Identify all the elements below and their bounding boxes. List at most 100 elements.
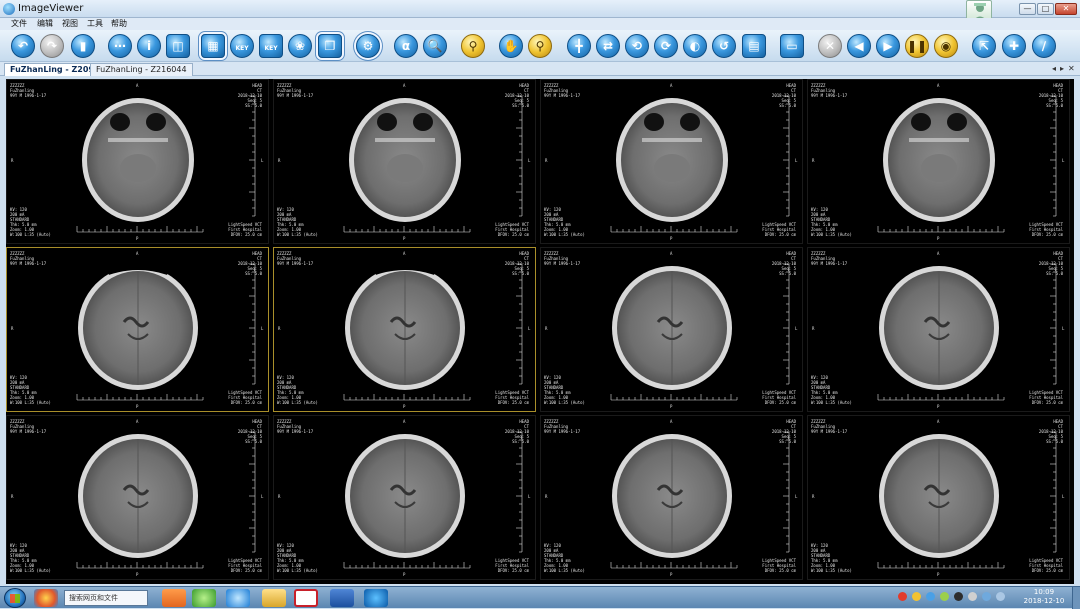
magnify-lens-icon[interactable]: ⚲ <box>528 34 552 58</box>
document-icon[interactable]: ▮ <box>71 34 95 58</box>
measure-ruler-icon[interactable]: ╋ <box>567 34 591 58</box>
cine-play-icon[interactable]: ❚❚ <box>905 34 929 58</box>
split-layout-icon[interactable]: ◫ <box>166 34 190 58</box>
window-level-icon[interactable]: ▤ <box>742 34 766 58</box>
overlay-text: ZZZZZZ FuZhanling 99Y M 1996-1-17 <box>811 419 848 434</box>
invert-contrast-icon[interactable]: ◐ <box>683 34 707 58</box>
undo-reset-icon[interactable]: ↺ <box>712 34 736 58</box>
image-cell[interactable]: ZZZZZZ FuZhanling 99Y M 1996-1-17 HEAD CT… <box>6 415 269 580</box>
orientation-marker: R <box>545 326 548 331</box>
info-icon[interactable]: i <box>137 34 161 58</box>
previous-image-icon[interactable]: ◀ <box>847 34 871 58</box>
tab-prev-icon[interactable]: ◂ <box>1052 63 1056 75</box>
alpha-icon[interactable]: α <box>394 34 418 58</box>
media-player-icon[interactable] <box>162 589 186 607</box>
image-cell[interactable]: ZZZZZZ FuZhanling 99Y M 1996-1-17 HEAD CT… <box>540 79 803 244</box>
browser-icon[interactable] <box>34 589 58 607</box>
word-icon[interactable] <box>330 589 354 607</box>
image-viewport[interactable]: ZZZZZZ FuZhanling 99Y M 1996-1-17 HEAD CT… <box>6 79 1074 584</box>
search-box[interactable]: 搜索网页和文件 <box>64 590 148 606</box>
tray-antivirus-icon[interactable] <box>898 592 907 601</box>
orientation-marker: L <box>1062 158 1065 163</box>
menu-edit[interactable]: 编辑 <box>37 18 53 30</box>
next-image-icon[interactable]: ▶ <box>876 34 900 58</box>
settings-gear-icon[interactable]: ⚙ <box>356 34 380 58</box>
image-cell[interactable]: ZZZZZZ FuZhanling 99Y M 1996-1-17 HEAD CT… <box>273 79 536 244</box>
key-series-icon[interactable]: KEY <box>259 34 283 58</box>
study-tabs: FuZhanLing - Z209536 FuZhanLing - Z21604… <box>0 62 1080 76</box>
overlay-text: HEAD CT 2018-12-10 Seq: 5 SS: 5.0 <box>771 419 796 444</box>
tray-network-icon[interactable] <box>926 592 935 601</box>
overlay-text: ZZZZZZ FuZhanling 99Y M 1996-1-17 <box>277 419 314 434</box>
image-cell[interactable]: ZZZZZZ FuZhanling 99Y M 1996-1-17 HEAD CT… <box>6 247 269 412</box>
tray-volume-icon[interactable] <box>968 592 977 601</box>
zoom-magnifier-icon[interactable]: 🔍 <box>423 34 447 58</box>
rotate-left-icon[interactable]: ⟲ <box>625 34 649 58</box>
annotation-icon[interactable]: ▭ <box>780 34 804 58</box>
tray-app2-icon[interactable] <box>954 592 963 601</box>
tray-status-icon[interactable] <box>940 592 949 601</box>
image-cell[interactable]: ZZZZZZ FuZhanling 99Y M 1996-1-17 HEAD CT… <box>807 415 1070 580</box>
image-cell[interactable]: ZZZZZZ FuZhanling 99Y M 1996-1-17 HEAD CT… <box>540 247 803 412</box>
overlay-text: LightSpeed VCT First Hospital DFOV: 25.0… <box>762 558 796 573</box>
menu-view[interactable]: 视图 <box>62 18 78 30</box>
overlay-text: KV: 120 200 mA STANDARD Thk: 5.0 mm Zoom… <box>277 375 318 405</box>
menu-tools[interactable]: 工具 <box>87 18 103 30</box>
key-image-icon[interactable]: KEY <box>230 34 254 58</box>
show-desktop-button[interactable] <box>1072 587 1080 609</box>
overlay-text: HEAD CT 2018-12-10 Seq: 5 SS: 5.0 <box>1038 251 1063 276</box>
menu-help[interactable]: 帮助 <box>111 18 127 30</box>
pacs-app-icon[interactable] <box>294 589 318 607</box>
ie-browser-icon[interactable] <box>226 589 250 607</box>
flip-horizontal-icon[interactable]: ⇄ <box>596 34 620 58</box>
stack-icon[interactable]: ❐ <box>318 34 342 58</box>
tray-flag-icon[interactable] <box>996 592 1005 601</box>
tab-next-icon[interactable]: ▸ <box>1060 63 1064 75</box>
start-button[interactable] <box>4 588 26 608</box>
tray-battery-icon[interactable] <box>982 592 991 601</box>
overlay-text: HEAD CT 2018-12-10 Seq: 5 SS: 5.0 <box>237 251 262 276</box>
image-cell[interactable]: ZZZZZZ FuZhanling 99Y M 1996-1-17 HEAD CT… <box>807 247 1070 412</box>
image-cell[interactable]: ZZZZZZ FuZhanling 99Y M 1996-1-17 HEAD CT… <box>273 247 536 412</box>
image-cell[interactable]: ZZZZZZ FuZhanling 99Y M 1996-1-17 HEAD CT… <box>807 79 1070 244</box>
orientation-marker: A <box>136 419 139 424</box>
image-cell[interactable]: ZZZZZZ FuZhanling 99Y M 1996-1-17 HEAD CT… <box>6 79 269 244</box>
orientation-marker: L <box>795 158 798 163</box>
axis-reformat-icon[interactable]: ⇱ <box>972 34 996 58</box>
grid-layout-icon[interactable]: ▦ <box>201 34 225 58</box>
overlay-text: HEAD CT 2018-12-10 Seq: 5 SS: 5.0 <box>771 251 796 276</box>
zoom-region-icon[interactable]: ⚲ <box>461 34 485 58</box>
rotate-right-icon[interactable]: ⟳ <box>654 34 678 58</box>
refresh-app-icon[interactable] <box>192 589 216 607</box>
tab-close-icon[interactable]: ✕ <box>1068 63 1075 75</box>
maximize-button[interactable]: □ <box>1037 3 1054 15</box>
film-icon[interactable]: ❀ <box>288 34 312 58</box>
overlay-text: HEAD CT 2018-12-10 Seq: 5 SS: 5.0 <box>504 419 529 444</box>
overlay-text: LightSpeed VCT First Hospital DFOV: 25.0… <box>762 222 796 237</box>
pan-hand-icon[interactable]: ✋ <box>499 34 523 58</box>
file-explorer-icon[interactable] <box>262 589 286 607</box>
orientation-marker: A <box>136 83 139 88</box>
tab-study-z216044[interactable]: FuZhanLing - Z216044 <box>90 63 193 76</box>
overlay-text: ZZZZZZ FuZhanling 99Y M 1996-1-17 <box>10 419 47 434</box>
three-d-head-icon[interactable]: ◉ <box>934 34 958 58</box>
overlay-text: ZZZZZZ FuZhanling 99Y M 1996-1-17 <box>544 251 581 266</box>
orientation-marker: P <box>403 236 406 241</box>
orientation-marker: A <box>670 419 673 424</box>
taskbar-clock[interactable]: 10:09 2018-12-10 <box>1022 588 1066 606</box>
kp-app-icon[interactable] <box>364 589 388 607</box>
back-arrow-icon[interactable]: ↶ <box>11 34 35 58</box>
image-cell[interactable]: ZZZZZZ FuZhanling 99Y M 1996-1-17 HEAD CT… <box>273 415 536 580</box>
line-tool-icon[interactable]: ∕ <box>1032 34 1056 58</box>
close-button[interactable]: ✕ <box>1055 3 1077 15</box>
orientation-marker: R <box>278 494 281 499</box>
minimize-button[interactable]: — <box>1019 3 1036 15</box>
ellipsis-icon[interactable]: ⋯ <box>108 34 132 58</box>
tray-app-icon[interactable] <box>912 592 921 601</box>
delete-icon[interactable]: ✕ <box>818 34 842 58</box>
image-cell[interactable]: ZZZZZZ FuZhanling 99Y M 1996-1-17 HEAD CT… <box>540 415 803 580</box>
overlay-text: ZZZZZZ FuZhanling 99Y M 1996-1-17 <box>277 83 314 98</box>
crosshair-icon[interactable]: ✚ <box>1002 34 1026 58</box>
menu-file[interactable]: 文件 <box>11 18 27 30</box>
forward-arrow-icon[interactable]: ↷ <box>40 34 64 58</box>
